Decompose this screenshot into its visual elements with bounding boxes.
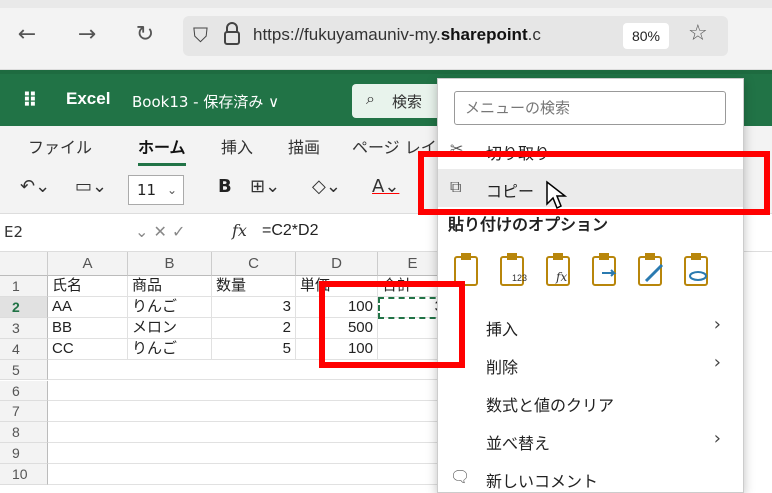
cell-c4[interactable]: 5	[212, 338, 296, 360]
empty-row[interactable]	[48, 443, 448, 465]
undo-icon[interactable]: ↶⌄	[20, 176, 50, 197]
cell-c3[interactable]: 2	[212, 317, 296, 339]
context-menu: メニューの検索 ✂ 切り取り ⧉ コピー 貼り付けのオプション 123 fx 挿…	[437, 78, 744, 493]
highlight-box-cell	[319, 281, 465, 368]
zoom-level[interactable]: 80%	[623, 23, 669, 49]
browser-tab-strip	[0, 0, 772, 8]
cell-a4[interactable]: CC	[48, 338, 128, 360]
lock-icon	[224, 22, 240, 45]
paste-icon[interactable]: ▭⌄	[75, 176, 107, 197]
row-header[interactable]: 6	[0, 380, 48, 402]
menu-item-insert[interactable]: 挿入 ›	[438, 307, 743, 345]
chevron-down-icon: ⌄	[166, 183, 177, 197]
empty-row[interactable]	[48, 422, 448, 444]
tab-home[interactable]: ホーム	[138, 134, 186, 166]
borders-icon[interactable]: ⊞⌄	[250, 176, 280, 197]
menu-item-clear[interactable]: 数式と値のクリア	[438, 383, 743, 421]
cell-a1[interactable]: 氏名	[48, 276, 128, 297]
menu-item-label: 新しいコメント	[486, 472, 599, 491]
cell-b1[interactable]: 商品	[128, 276, 212, 297]
forward-icon[interactable]: →	[72, 20, 102, 50]
search-box[interactable]: ⌕ 検索	[352, 84, 442, 118]
document-title[interactable]: Book13 - 保存済み ∨	[132, 91, 279, 112]
empty-row[interactable]	[48, 401, 448, 423]
tab-insert[interactable]: 挿入	[221, 134, 253, 158]
column-header[interactable]: B	[128, 252, 212, 276]
cell-b4[interactable]: りんご	[128, 338, 212, 360]
search-label: 検索	[392, 93, 423, 111]
formula-input[interactable]: =C2*D2	[262, 222, 318, 240]
cell-c2[interactable]: 3	[212, 296, 296, 318]
menu-item-label: 並べ替え	[486, 434, 551, 453]
formula-controls-icon: ⌄ ✕ ✓	[135, 222, 186, 241]
fill-color-icon[interactable]: ◇⌄	[312, 176, 341, 197]
back-icon[interactable]: ←	[12, 20, 42, 50]
shield-icon: ⛉	[193, 23, 208, 47]
paste-transpose-icon[interactable]	[590, 251, 620, 289]
chevron-right-icon: ›	[713, 314, 721, 335]
menu-item-label: 数式と値のクリア	[486, 396, 615, 415]
row-header[interactable]: 1	[0, 276, 48, 297]
star-icon[interactable]: ☆	[688, 21, 708, 46]
paste-values-label: 123	[512, 273, 527, 283]
name-box[interactable]: E2	[4, 223, 23, 241]
row-header[interactable]: 2	[0, 296, 48, 318]
menu-item-label: 削除	[486, 358, 519, 377]
row-header[interactable]: 10	[0, 464, 48, 485]
row-header[interactable]: 9	[0, 443, 48, 465]
menu-item-sort[interactable]: 並べ替え ›	[438, 421, 743, 459]
menu-item-delete[interactable]: 削除 ›	[438, 345, 743, 383]
cell-b3[interactable]: メロン	[128, 317, 212, 339]
row-header[interactable]: 5	[0, 359, 48, 381]
menu-search-input[interactable]: メニューの検索	[454, 91, 726, 125]
empty-row[interactable]	[48, 380, 448, 402]
cell-a2[interactable]: AA	[48, 296, 128, 318]
chevron-right-icon: ›	[713, 428, 721, 449]
font-color-icon[interactable]: A⌄	[372, 176, 399, 197]
browser-toolbar: ← → ↻ ⛉ https://fukuyamauniv-my.sharepoi…	[0, 0, 772, 70]
font-size-select[interactable]: 11 ⌄	[128, 175, 184, 205]
paste-link-icon[interactable]	[682, 251, 712, 289]
comment-icon: 🗨	[450, 467, 471, 486]
paste-formatting-icon[interactable]	[636, 251, 666, 289]
app-name[interactable]: Excel	[66, 89, 110, 109]
tab-draw[interactable]: 描画	[288, 134, 320, 158]
menu-item-new-comment[interactable]: 🗨 新しいコメント	[438, 459, 743, 493]
menu-item-label: 挿入	[486, 320, 519, 339]
url-text[interactable]: https://fukuyamauniv-my.sharepoint.c	[253, 25, 613, 45]
tab-file[interactable]: ファイル	[28, 134, 92, 158]
paste-values-icon[interactable]: 123	[498, 251, 528, 289]
url-prefix: https://fukuyamauniv-my.	[253, 25, 441, 44]
url-suffix: .c	[527, 25, 541, 44]
bold-button[interactable]: B	[218, 176, 232, 197]
column-header[interactable]: C	[212, 252, 296, 276]
chevron-right-icon: ›	[713, 352, 721, 373]
url-domain: sharepoint	[440, 25, 528, 44]
fx-label[interactable]: fx	[232, 221, 247, 240]
font-size-value: 11	[137, 181, 157, 199]
cell-b2[interactable]: りんご	[128, 296, 212, 318]
paste-formulas-label: fx	[555, 270, 567, 284]
app-launcher-icon[interactable]: ⠿	[22, 88, 38, 112]
paste-options-row: 123 fx	[452, 251, 737, 295]
column-header[interactable]: D	[296, 252, 378, 276]
row-header[interactable]: 3	[0, 317, 48, 339]
paste-formulas-icon[interactable]: fx	[544, 251, 574, 289]
search-icon: ⌕	[366, 89, 375, 108]
row-header[interactable]: 4	[0, 338, 48, 360]
row-header[interactable]: 7	[0, 401, 48, 423]
cell-c1[interactable]: 数量	[212, 276, 296, 297]
column-header[interactable]: A	[48, 252, 128, 276]
row-header[interactable]: 8	[0, 422, 48, 444]
highlight-box-copy	[418, 151, 770, 215]
select-all-corner[interactable]	[0, 252, 48, 276]
empty-row[interactable]	[48, 464, 448, 485]
cell-a3[interactable]: BB	[48, 317, 128, 339]
address-bar[interactable]: ⛉ https://fukuyamauniv-my.sharepoint.c 8…	[183, 16, 728, 56]
reload-icon[interactable]: ↻	[130, 20, 160, 50]
